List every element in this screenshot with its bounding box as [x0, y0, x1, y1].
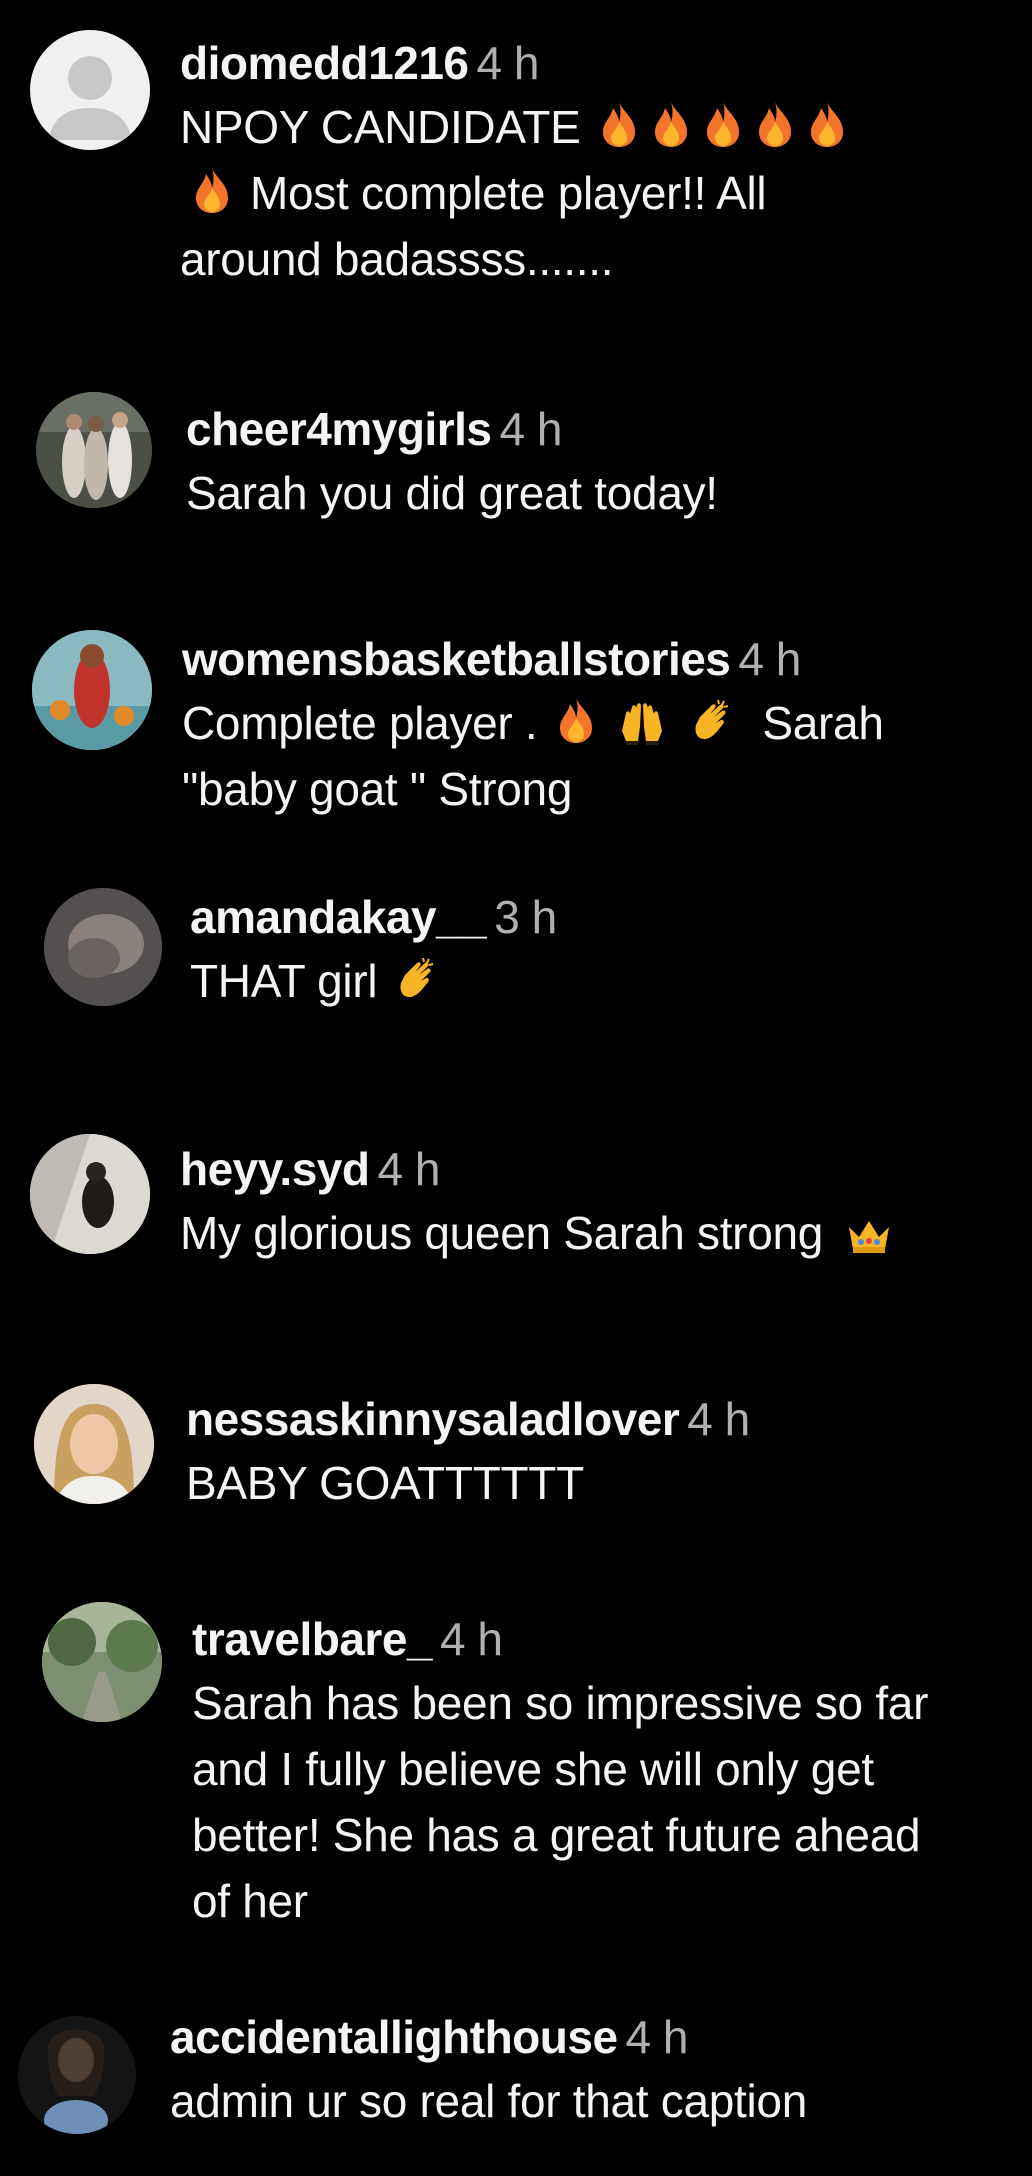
fire-icon — [755, 99, 795, 149]
comment-header: nessaskinnysaladlover 4 h — [186, 1388, 1020, 1450]
comment-text-line: Complete player . — [182, 697, 538, 749]
comment-item: womensbasketballstories 4 h Complete play… — [0, 610, 1032, 870]
clapping-hands-icon — [688, 697, 736, 745]
comment-text: Sarah has been so impressive so far and … — [192, 1670, 1020, 1934]
comment-timestamp: 3 h — [494, 891, 557, 943]
fire-icon — [651, 99, 691, 149]
comment-username[interactable]: cheer4mygirls — [186, 403, 492, 455]
comment-username[interactable]: diomedd1216 — [180, 37, 469, 89]
comment-username[interactable]: travelbare_ — [192, 1613, 433, 1665]
comment-text-line: around badassss....... — [180, 233, 614, 285]
comment-text-line: Sarah has been so impressive so far — [192, 1677, 929, 1729]
clapping-hands-icon — [393, 955, 441, 1003]
comment-text-line: THAT girl — [190, 955, 378, 1007]
comment-header: cheer4mygirls 4 h — [186, 398, 1020, 460]
comment-item: cheer4mygirls 4 h Sarah you did great tod… — [0, 380, 1032, 610]
avatar[interactable] — [18, 2016, 136, 2134]
comment-username[interactable]: amandakay__ — [190, 891, 487, 943]
comment-text: My glorious queen Sarah strong — [180, 1200, 1020, 1266]
fire-icon — [807, 99, 847, 149]
default-avatar-icon[interactable] — [30, 30, 150, 150]
comment-header: heyy.syd 4 h — [180, 1138, 1020, 1200]
comment-header: womensbasketballstories 4 h — [182, 628, 1020, 690]
comment-header: diomedd1216 4 h — [180, 32, 1020, 94]
comment-item: nessaskinnysaladlover 4 h BABY GOATTTTTT — [0, 1350, 1032, 1580]
comment-timestamp: 4 h — [687, 1393, 750, 1445]
comment-header: travelbare_ 4 h — [192, 1608, 1020, 1670]
comment-timestamp: 4 h — [476, 37, 540, 89]
crown-icon — [845, 1215, 893, 1255]
comment-header: amandakay__ 3 h — [190, 886, 1020, 948]
comment-text: Complete player . Sarah "baby goat " Str… — [182, 690, 1020, 822]
comment-text-line: "baby goat " Strong — [182, 763, 573, 815]
comment-timestamp: 4 h — [440, 1613, 503, 1665]
comment-username[interactable]: heyy.syd — [180, 1143, 370, 1195]
comment-header: accidentallighthouse 4 h — [170, 2006, 1020, 2068]
avatar[interactable] — [44, 888, 162, 1006]
comment-item: amandakay__ 3 h THAT girl — [0, 870, 1032, 1110]
fire-icon — [556, 695, 596, 745]
comment-timestamp: 4 h — [499, 403, 562, 455]
comment-username[interactable]: accidentallighthouse — [170, 2011, 618, 2063]
comment-item: diomedd1216 4 h NPOY CANDIDATE Most compl… — [0, 0, 1032, 380]
avatar[interactable] — [32, 630, 152, 750]
avatar[interactable] — [42, 1602, 162, 1722]
avatar[interactable] — [30, 1134, 150, 1254]
comment-text-line: Most complete player!! All — [250, 167, 767, 219]
fire-icon — [599, 99, 639, 149]
comment-username[interactable]: womensbasketballstories — [182, 633, 731, 685]
comment-text-line: better! She has a great future ahead — [192, 1809, 921, 1861]
comment-item: travelbare_ 4 h Sarah has been so impress… — [0, 1580, 1032, 1980]
comment-text-line: Sarah — [762, 697, 884, 749]
raised-hands-icon — [616, 701, 668, 745]
comment-timestamp: 4 h — [738, 633, 801, 685]
comment-text: admin ur so real for that caption — [170, 2075, 807, 2127]
comment-text-line: and I fully believe she will only get — [192, 1743, 874, 1795]
avatar[interactable] — [36, 392, 152, 508]
comment-text-line: NPOY CANDIDATE — [180, 101, 581, 153]
fire-icon — [703, 99, 743, 149]
comment-item: accidentallighthouse 4 h admin ur so real… — [0, 1980, 1032, 2176]
comment-text: Sarah you did great today! — [186, 467, 718, 519]
fire-icon — [192, 165, 232, 215]
comment-text-line: My glorious queen Sarah strong — [180, 1207, 824, 1259]
comment-text-line: of her — [192, 1875, 308, 1927]
comment-text: THAT girl — [190, 948, 1020, 1014]
comment-item: heyy.syd 4 h My glorious queen Sarah stro… — [0, 1110, 1032, 1350]
avatar[interactable] — [34, 1384, 154, 1504]
comment-username[interactable]: nessaskinnysaladlover — [186, 1393, 680, 1445]
comment-timestamp: 4 h — [377, 1143, 440, 1195]
comment-text: BABY GOATTTTTT — [186, 1457, 584, 1509]
comment-text: NPOY CANDIDATE Most complete player!! Al… — [180, 94, 1020, 292]
comment-timestamp: 4 h — [625, 2011, 689, 2063]
